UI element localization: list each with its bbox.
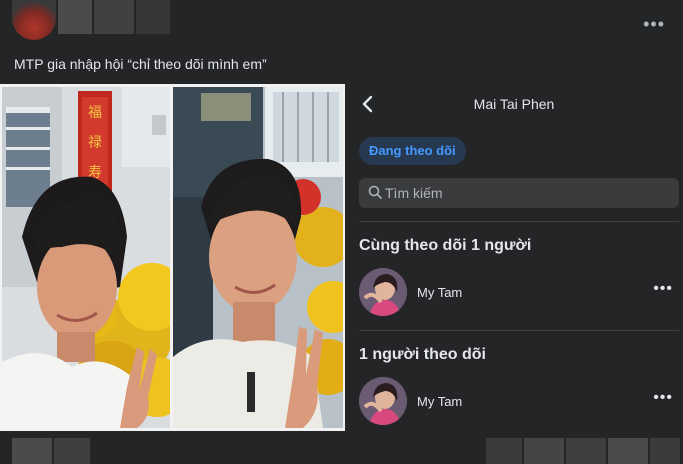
following-panel: Mai Tai Phen Đang theo dõi Cùng theo dõi…: [345, 84, 683, 431]
post-caption: MTP gia nhập hội “chỉ theo dõi mình em”: [14, 56, 267, 72]
user-row[interactable]: My Tam •••: [359, 377, 679, 427]
post-photos[interactable]: 福 禄 寿: [0, 84, 345, 431]
post-header: •••: [0, 0, 683, 48]
user-name[interactable]: My Tam: [417, 394, 462, 409]
svg-text:福: 福: [88, 105, 102, 121]
blurred-block: [650, 438, 680, 464]
more-options-icon[interactable]: •••: [653, 280, 673, 298]
svg-text:禄: 禄: [88, 135, 102, 151]
blurred-block: [486, 438, 522, 464]
user-row[interactable]: My Tam •••: [359, 268, 679, 318]
blurred-block: [524, 438, 564, 464]
author-avatar[interactable]: [12, 0, 56, 40]
selfie-photo-left[interactable]: 福 禄 寿: [2, 87, 170, 428]
mutual-following-heading: Cùng theo dõi 1 người: [359, 237, 532, 254]
divider: [359, 221, 679, 222]
divider: [359, 330, 679, 331]
more-options-icon[interactable]: •••: [653, 389, 673, 407]
panel-header: Mai Tai Phen: [345, 84, 683, 124]
blurred-author-name: [94, 0, 134, 34]
selfie-photo-right[interactable]: [173, 87, 343, 428]
followers-heading: 1 người theo dõi: [359, 346, 486, 363]
blurred-author-name: [136, 0, 170, 34]
user-avatar[interactable]: [359, 377, 407, 425]
user-name[interactable]: My Tam: [417, 285, 462, 300]
blurred-block: [566, 438, 606, 464]
search-bar[interactable]: [359, 178, 679, 208]
more-options-icon[interactable]: •••: [643, 14, 665, 35]
blurred-author-name: [58, 0, 92, 34]
blurred-block: [12, 438, 52, 464]
profile-name-title: Mai Tai Phen: [473, 96, 555, 112]
following-status-button[interactable]: Đang theo dõi: [359, 137, 466, 165]
post-footer-blurred: [0, 434, 683, 464]
search-icon: [368, 185, 382, 199]
blurred-block: [54, 438, 90, 464]
search-input[interactable]: [385, 178, 665, 208]
blurred-block: [608, 438, 648, 464]
user-avatar[interactable]: [359, 268, 407, 316]
